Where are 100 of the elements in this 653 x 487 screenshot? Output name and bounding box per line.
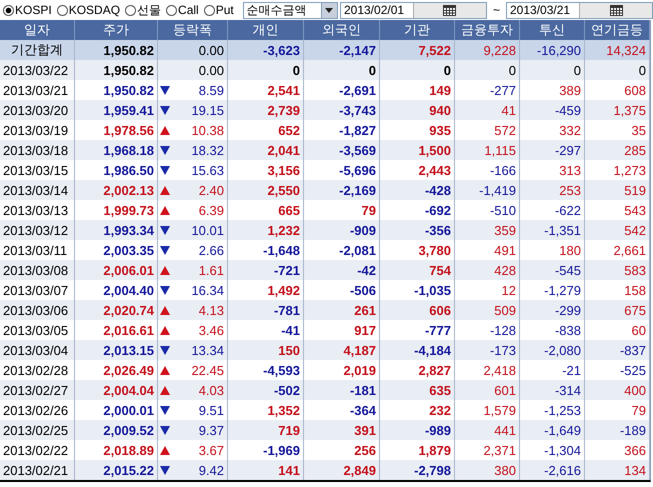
flow-cell: 7,522 bbox=[380, 40, 455, 60]
flow-cell: 400 bbox=[585, 380, 650, 400]
flow-cell: -428 bbox=[380, 180, 455, 200]
change-value: 10.38 bbox=[191, 122, 224, 138]
date-cell: 2013/03/14 bbox=[0, 180, 75, 200]
flow-cell: -721 bbox=[228, 260, 304, 280]
column-header[interactable]: 일자 bbox=[0, 20, 75, 40]
price-cell: 2,006.01 bbox=[75, 260, 158, 280]
date-cell: 2013/03/12 bbox=[0, 220, 75, 240]
flow-cell: -545 bbox=[520, 260, 585, 280]
flow-cell: -1,351 bbox=[520, 220, 585, 240]
flow-cell: -299 bbox=[520, 300, 585, 320]
date-cell: 2013/03/20 bbox=[0, 100, 75, 120]
end-date-field[interactable]: 2013/03/21 bbox=[506, 2, 653, 18]
column-header[interactable]: 외국인 bbox=[304, 20, 380, 40]
flow-cell: -16,290 bbox=[520, 40, 585, 60]
flow-cell: -2,147 bbox=[304, 40, 380, 60]
change-value: 13.34 bbox=[191, 342, 224, 358]
flow-cell: 0 bbox=[585, 60, 650, 80]
radio-dot[interactable] bbox=[3, 4, 14, 16]
flow-cell: 134 bbox=[585, 460, 650, 480]
flow-cell: -1,419 bbox=[455, 180, 520, 200]
flow-cell: 0 bbox=[380, 60, 455, 80]
flow-cell: -837 bbox=[585, 340, 650, 360]
flow-cell: 601 bbox=[455, 380, 520, 400]
change-value: 3.46 bbox=[198, 322, 224, 338]
change-value: 9.42 bbox=[198, 462, 224, 478]
flow-cell: 428 bbox=[455, 260, 520, 280]
column-header[interactable]: 등락폭 bbox=[158, 20, 228, 40]
flow-cell: -3,743 bbox=[304, 100, 380, 120]
price-cell: 2,002.13 bbox=[75, 180, 158, 200]
column-header[interactable]: 주가 bbox=[75, 20, 158, 40]
change-value: 15.63 bbox=[191, 162, 224, 178]
flow-cell: 150 bbox=[228, 340, 304, 360]
column-header[interactable]: 기관 bbox=[380, 20, 455, 40]
column-header[interactable]: 개인 bbox=[228, 20, 304, 40]
change-value: 10.01 bbox=[191, 222, 224, 238]
radio-dot[interactable] bbox=[125, 4, 136, 16]
market-radio[interactable]: KOSDAQ bbox=[56, 3, 120, 17]
flow-cell: 4,187 bbox=[304, 340, 380, 360]
flow-cell: 754 bbox=[380, 260, 455, 280]
change-value: 4.13 bbox=[198, 302, 224, 318]
price-cell: 1,950.82 bbox=[75, 40, 158, 60]
date-cell: 2013/02/25 bbox=[0, 420, 75, 440]
flow-cell: 0 bbox=[520, 60, 585, 80]
flow-cell: 583 bbox=[585, 260, 650, 280]
measure-dropdown[interactable]: 순매수금액 bbox=[242, 2, 338, 18]
flow-cell: -989 bbox=[380, 420, 455, 440]
flow-cell: 1,115 bbox=[455, 140, 520, 160]
column-header[interactable]: 연기금등 bbox=[585, 20, 650, 40]
date-cell: 2013/03/22 bbox=[0, 60, 75, 80]
flow-cell: 9,228 bbox=[455, 40, 520, 60]
date-cell: 2013/03/08 bbox=[0, 260, 75, 280]
calendar-icon bbox=[610, 4, 622, 16]
flow-cell: -42 bbox=[304, 260, 380, 280]
date-cell: 2013/02/21 bbox=[0, 460, 75, 480]
flow-cell: 41 bbox=[455, 100, 520, 120]
market-radio[interactable]: Put bbox=[204, 3, 234, 17]
price-cell: 2,015.22 bbox=[75, 460, 158, 480]
flow-cell: 606 bbox=[380, 300, 455, 320]
change-value: 2.66 bbox=[198, 242, 224, 258]
column-header[interactable]: 금융투자 bbox=[455, 20, 520, 40]
caret-icon bbox=[325, 8, 334, 12]
market-radio[interactable]: 선물 bbox=[125, 2, 162, 18]
flow-cell: -3,569 bbox=[304, 140, 380, 160]
column-header[interactable]: 투신 bbox=[520, 20, 585, 40]
date-cell: 기간합계 bbox=[0, 40, 75, 60]
flow-cell: 380 bbox=[455, 460, 520, 480]
flow-cell: 261 bbox=[304, 300, 380, 320]
radio-dot[interactable] bbox=[204, 4, 215, 16]
price-cell: 2,009.52 bbox=[75, 420, 158, 440]
start-date-field[interactable]: 2013/02/01 bbox=[340, 2, 487, 18]
flow-cell: -2,616 bbox=[520, 460, 585, 480]
flow-cell: 2,041 bbox=[228, 140, 304, 160]
date-cell: 2013/03/18 bbox=[0, 140, 75, 160]
flow-cell: 519 bbox=[585, 180, 650, 200]
flow-cell: 1,375 bbox=[585, 100, 650, 120]
market-radio[interactable]: Call bbox=[166, 3, 199, 17]
range-separator: ~ bbox=[492, 3, 501, 17]
market-radio[interactable]: KOSPI bbox=[3, 3, 52, 17]
change-value: 9.37 bbox=[198, 422, 224, 438]
radio-dot[interactable] bbox=[56, 4, 68, 16]
date-cell: 2013/02/27 bbox=[0, 380, 75, 400]
price-cell: 1,993.34 bbox=[75, 220, 158, 240]
flow-cell: -1,649 bbox=[520, 420, 585, 440]
flow-cell: 0 bbox=[455, 60, 520, 80]
flow-cell: 675 bbox=[585, 300, 650, 320]
change-value: 4.03 bbox=[198, 382, 224, 398]
flow-cell: -4,184 bbox=[380, 340, 455, 360]
flow-cell: -356 bbox=[380, 220, 455, 240]
flow-cell: 719 bbox=[228, 420, 304, 440]
flow-cell: 441 bbox=[455, 420, 520, 440]
flow-cell: -2,169 bbox=[304, 180, 380, 200]
flow-cell: -189 bbox=[585, 420, 650, 440]
change-value: 19.15 bbox=[191, 102, 224, 118]
radio-dot[interactable] bbox=[166, 4, 178, 16]
date-cell: 2013/03/06 bbox=[0, 300, 75, 320]
price-cell: 1,950.82 bbox=[75, 60, 158, 80]
flow-cell: 253 bbox=[520, 180, 585, 200]
price-cell: 1,968.18 bbox=[75, 140, 158, 160]
